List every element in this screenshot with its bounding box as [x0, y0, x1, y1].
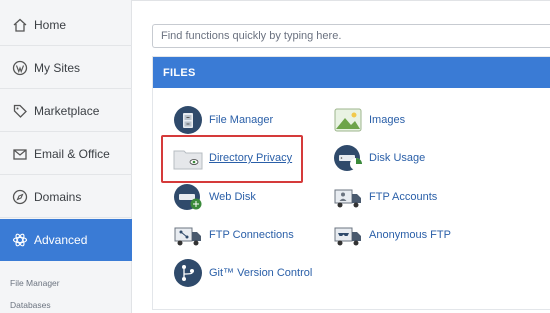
file-cabinet-icon [172, 104, 204, 136]
sidebar-item-label: My Sites [34, 60, 81, 75]
web-disk-link[interactable]: Web Disk [172, 181, 256, 213]
anonymous-ftp-icon [332, 219, 364, 251]
sidebar-item-domains[interactable]: Domains [0, 176, 132, 218]
tag-icon [12, 103, 28, 119]
images-label: Images [369, 114, 406, 126]
files-panel-header[interactable]: FILES [153, 57, 550, 88]
ftp-connections-icon [172, 219, 204, 251]
search-placeholder: Find functions quickly by typing here. [161, 30, 342, 42]
images-link[interactable]: Images [332, 104, 405, 136]
directory-privacy-highlight [161, 135, 303, 183]
ftp-connections-label: FTP Connections [209, 229, 294, 241]
home-icon [12, 17, 28, 33]
anonymous-ftp-link[interactable]: Anonymous FTP [332, 219, 451, 251]
sidebar-item-label: Domains [34, 189, 82, 204]
disk-usage-label: Disk Usage [369, 152, 426, 164]
top-divider [132, 0, 550, 1]
git-version-control-label: Git™ Version Control [209, 267, 313, 279]
sidebar-sublink-databases[interactable]: Databases [10, 300, 51, 310]
sidebar-item-label: Marketplace [34, 103, 100, 118]
file-manager-label: File Manager [209, 114, 274, 126]
git-icon [172, 257, 204, 289]
anonymous-ftp-label: Anonymous FTP [369, 229, 451, 241]
atom-icon [12, 232, 28, 248]
ftp-accounts-label: FTP Accounts [369, 191, 438, 203]
ftp-accounts-link[interactable]: FTP Accounts [332, 181, 437, 213]
file-manager-link[interactable]: File Manager [172, 104, 273, 136]
wordpress-icon [12, 60, 28, 76]
web-disk-icon [172, 181, 204, 213]
git-version-control-link[interactable]: Git™ Version Control [172, 257, 312, 289]
sidebar-item-email-office[interactable]: Email & Office [0, 133, 132, 175]
sidebar-item-label: Home [34, 17, 67, 32]
web-disk-label: Web Disk [209, 191, 256, 203]
sidebar: Home My Sites Marketplace Email & Office… [0, 0, 132, 313]
image-icon [332, 104, 364, 136]
sidebar-sublink-file-manager[interactable]: File Manager [10, 278, 60, 288]
sidebar-item-advanced[interactable]: Advanced [0, 219, 132, 261]
sidebar-item-marketplace[interactable]: Marketplace [0, 90, 132, 132]
sidebar-item-label: Advanced [34, 233, 88, 247]
search-input[interactable]: Find functions quickly by typing here. [152, 24, 550, 48]
envelope-icon [12, 146, 28, 162]
ftp-truck-icon [332, 181, 364, 213]
sidebar-item-my-sites[interactable]: My Sites [0, 47, 132, 89]
disk-usage-icon [332, 142, 364, 174]
ftp-connections-link[interactable]: FTP Connections [172, 219, 294, 251]
sidebar-item-home[interactable]: Home [0, 4, 132, 46]
sidebar-item-label: Email & Office [34, 146, 110, 161]
disk-usage-link[interactable]: Disk Usage [332, 142, 425, 174]
compass-icon [12, 189, 28, 205]
